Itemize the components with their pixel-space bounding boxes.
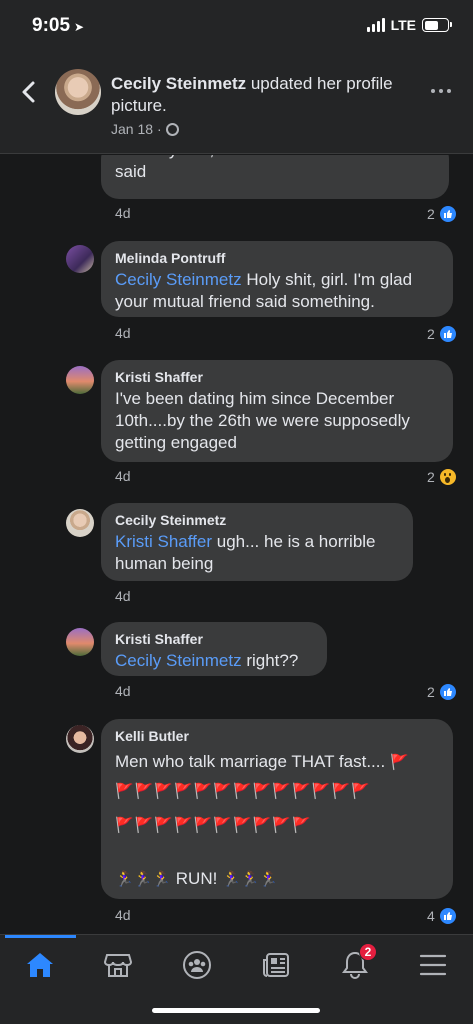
notification-badge: 2	[359, 943, 377, 961]
home-indicator[interactable]	[152, 1008, 320, 1013]
runner-emojis: 🏃‍♀️🏃‍♀️🏃‍♀️	[115, 871, 172, 888]
marketplace-icon	[104, 954, 132, 977]
comment-bubble[interactable]: Kelli Butler Men who talk marriage THAT …	[101, 719, 453, 899]
mention-link[interactable]: Kristi Shaffer	[115, 532, 212, 551]
comment-time[interactable]: 4d	[115, 588, 131, 604]
mention-link[interactable]: Cecily Steinmetz	[115, 270, 242, 289]
reaction-count: 2	[427, 206, 435, 222]
like-icon	[438, 907, 457, 925]
comment-time[interactable]: 4d	[115, 907, 131, 923]
comment-bubble[interactable]: Cecily Steinmetz Kristi Shaffer ugh... h…	[101, 503, 413, 581]
red-flags-row: 🚩🚩🚩🚩🚩🚩🚩🚩🚩🚩	[115, 817, 312, 834]
reaction-summary[interactable]: 2	[427, 325, 457, 343]
tab-notifications[interactable]: 2	[325, 943, 385, 985]
avatar[interactable]	[66, 509, 94, 537]
reaction-count: 4	[427, 908, 435, 924]
status-time: 9:05 ➤	[32, 15, 84, 37]
tab-marketplace[interactable]	[88, 945, 148, 985]
post-meta: Jan 18 ·	[111, 121, 179, 137]
comment-bubble[interactable]: to marry him, the sooner the better he s…	[101, 155, 449, 199]
comment-time[interactable]: 4d	[115, 683, 131, 699]
tab-menu[interactable]	[403, 945, 463, 985]
like-icon	[438, 205, 457, 223]
location-arrow-icon: ➤	[74, 20, 85, 34]
runner-emojis: 🏃‍♀️🏃‍♀️🏃‍♀️	[222, 871, 279, 888]
reaction-summary[interactable]: 2	[427, 205, 457, 223]
comment-text: Kristi Shaffer ugh... he is a horrible h…	[115, 531, 399, 575]
post-header: Cecily Steinmetz updated her profile pic…	[0, 56, 473, 154]
chevron-left-icon	[22, 81, 35, 103]
red-flags-row: 🚩🚩🚩🚩🚩🚩🚩🚩🚩🚩🚩🚩🚩	[115, 783, 371, 800]
comment-time[interactable]: 4d	[115, 325, 131, 341]
comment-bubble[interactable]: Kristi Shaffer Cecily Steinmetz right??	[101, 622, 327, 676]
status-indicators: LTE	[366, 17, 452, 33]
avatar[interactable]	[66, 366, 94, 394]
comment-author[interactable]: Cecily Steinmetz	[115, 511, 399, 529]
like-icon	[438, 325, 457, 343]
comment-bubble[interactable]: Melinda Pontruff Cecily Steinmetz Holy s…	[101, 241, 453, 317]
post-author-name[interactable]: Cecily Steinmetz	[111, 74, 246, 93]
battery-icon	[422, 18, 452, 32]
menu-icon	[419, 954, 447, 976]
avatar[interactable]	[66, 725, 94, 753]
comment-bubble[interactable]: Kristi Shaffer I've been dating him sinc…	[101, 360, 453, 462]
comment-author[interactable]: Kristi Shaffer	[115, 630, 313, 648]
news-icon	[263, 953, 289, 977]
tab-news[interactable]	[246, 945, 306, 985]
network-label: LTE	[390, 17, 416, 33]
comment-text: Men who talk marriage THAT fast.... 🚩	[115, 751, 439, 774]
reaction-count: 2	[427, 469, 435, 485]
mention-link[interactable]: Cecily Steinmetz	[115, 651, 242, 670]
active-tab-indicator	[5, 935, 76, 938]
wow-icon	[438, 468, 457, 486]
comment-body: right??	[241, 651, 299, 670]
tab-groups[interactable]	[167, 945, 227, 985]
status-bar: 9:05 ➤ LTE	[0, 0, 473, 56]
post-date[interactable]: Jan 18	[111, 121, 153, 137]
globe-icon	[165, 122, 179, 136]
comment-author[interactable]: Melinda Pontruff	[115, 249, 439, 267]
status-time-label: 9:05	[32, 15, 71, 36]
comment-text: to marry him, the sooner the better he s…	[115, 155, 399, 181]
author-avatar[interactable]	[55, 69, 101, 115]
reaction-summary[interactable]: 4	[427, 907, 457, 925]
run-text: RUN!	[175, 869, 218, 888]
comment-author[interactable]: Kristi Shaffer	[115, 368, 439, 386]
groups-icon	[183, 951, 211, 979]
reaction-count: 2	[427, 684, 435, 700]
post-title: Cecily Steinmetz updated her profile pic…	[111, 73, 411, 117]
avatar[interactable]	[66, 245, 94, 273]
home-icon	[27, 953, 53, 977]
comment-author[interactable]: Kelli Butler	[115, 727, 439, 745]
meta-separator: ·	[157, 121, 162, 137]
like-icon	[438, 683, 457, 701]
comment-text: Cecily Steinmetz Holy shit, girl. I'm gl…	[115, 269, 439, 313]
red-flag-emoji: 🚩	[389, 754, 409, 771]
signal-icon	[366, 18, 385, 32]
comment-time[interactable]: 4d	[115, 468, 131, 484]
tab-home[interactable]	[10, 945, 70, 985]
avatar[interactable]	[66, 628, 94, 656]
comments-list: to marry him, the sooner the better he s…	[0, 155, 473, 934]
comment-body: Men who talk marriage THAT fast....	[115, 752, 386, 771]
more-options-button[interactable]	[431, 86, 457, 96]
reaction-count: 2	[427, 326, 435, 342]
run-line: 🏃‍♀️🏃‍♀️🏃‍♀️ RUN! 🏃‍♀️🏃‍♀️🏃‍♀️	[115, 868, 439, 891]
comment-text: Cecily Steinmetz right??	[115, 650, 313, 672]
comment-text: I've been dating him since December 10th…	[115, 389, 410, 452]
back-button[interactable]	[14, 78, 42, 106]
reaction-summary[interactable]: 2	[427, 683, 457, 701]
reaction-summary[interactable]: 2	[427, 468, 457, 486]
comment-time[interactable]: 4d	[115, 205, 131, 221]
